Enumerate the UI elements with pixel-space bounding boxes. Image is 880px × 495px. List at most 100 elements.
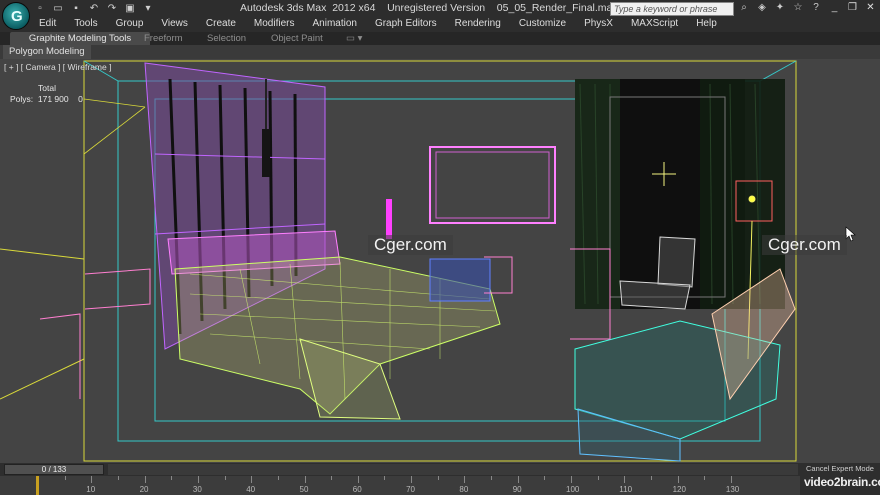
minimize-button[interactable]: _: [827, 2, 842, 15]
application-button[interactable]: G: [2, 2, 30, 30]
hold-icon[interactable]: ▣: [124, 3, 136, 14]
watermark-right: Cger.com: [762, 235, 847, 255]
ruler-tick-label: 80: [459, 485, 469, 494]
menu-physx[interactable]: PhysX: [575, 16, 622, 31]
ruler-tick: [411, 476, 413, 483]
quick-access-toolbar: ▫ ▭ ▪ ↶ ↷ ▣ ▾: [34, 2, 154, 15]
help-icon[interactable]: ?: [810, 2, 822, 14]
tab-freeform[interactable]: Freeform: [144, 32, 183, 45]
ruler-tick: [384, 476, 386, 480]
ruler-tick: [277, 476, 279, 480]
dropdown-icon[interactable]: ▾: [142, 3, 154, 14]
open-icon[interactable]: ▭: [52, 3, 64, 14]
new-icon[interactable]: ▫: [34, 3, 46, 14]
menu-maxscript[interactable]: MAXScript: [622, 16, 687, 31]
ruler-tick: [357, 476, 359, 483]
tab-selection[interactable]: Selection: [207, 32, 246, 45]
ribbon-options-icon[interactable]: ▭ ▾: [346, 32, 362, 45]
search-input[interactable]: Type a keyword or phrase: [610, 2, 734, 16]
bed-wireframe: [167, 230, 501, 420]
camera-viewport[interactable]: [ + ] [ Camera ] [ Wireframe ] Total Pol…: [0, 59, 880, 463]
ruler-tick: [464, 476, 466, 483]
subscription-icon[interactable]: ◈: [756, 2, 768, 14]
ruler-tick: [91, 476, 93, 483]
favorites-icon[interactable]: ☆: [792, 2, 804, 14]
ruler-tick-label: 100: [566, 485, 580, 494]
restore-button[interactable]: ❐: [845, 2, 860, 15]
stats-polys-selected: 0: [78, 94, 83, 104]
ribbon-tabs: Graphite Modeling Tools Freeform Selecti…: [0, 32, 880, 45]
stats-polys-row: Polys: 171 900 0: [10, 94, 83, 104]
ruler-tick-label: 30: [192, 485, 202, 494]
current-frame-marker[interactable]: [36, 476, 39, 495]
watermark-left: Cger.com: [368, 235, 453, 255]
menu-create[interactable]: Create: [197, 16, 245, 31]
communication-icon[interactable]: ✦: [774, 2, 786, 14]
ruler-tick: [437, 476, 439, 480]
tab-graphite-modeling-tools[interactable]: Graphite Modeling Tools: [10, 32, 150, 45]
stats-leaders: [83, 98, 146, 155]
menu-rendering[interactable]: Rendering: [446, 16, 510, 31]
stats-polys-value: 171 900: [37, 94, 69, 104]
wireframe-scene: [0, 60, 856, 462]
ribbon-panel: Polygon Modeling: [0, 45, 880, 59]
menu-views[interactable]: Views: [152, 16, 197, 31]
menu-edit[interactable]: Edit: [30, 16, 65, 31]
ruler-tick: [677, 476, 679, 483]
menu-animation[interactable]: Animation: [303, 16, 365, 31]
polygon-modeling-panel[interactable]: Polygon Modeling: [3, 45, 91, 59]
stats-polys-label: Polys:: [10, 94, 34, 104]
menu-group[interactable]: Group: [107, 16, 153, 31]
ruler-tick: [730, 476, 732, 483]
ruler-tick-label: 10: [86, 485, 96, 494]
ruler-tick-label: 40: [246, 485, 256, 494]
window-title: Autodesk 3ds Max 2012 x64 Unregistered V…: [240, 2, 618, 14]
pendant-lamp: [262, 129, 270, 177]
menu-help[interactable]: Help: [687, 16, 726, 31]
track-bar[interactable]: 10 20 30 40 50 60 70 80 90 100 110 120 130: [0, 476, 800, 495]
tab-object-paint[interactable]: Object Paint: [271, 32, 323, 45]
ruler-tick: [650, 476, 652, 480]
ruler-tick-label: 120: [672, 485, 686, 494]
menu-modifiers[interactable]: Modifiers: [245, 16, 304, 31]
ruler-tick: [331, 476, 333, 480]
mouse-cursor: [845, 226, 856, 242]
redo-icon[interactable]: ↷: [106, 3, 118, 14]
viewport-label[interactable]: [ + ] [ Camera ] [ Wireframe ]: [4, 62, 111, 72]
ruler-tick: [144, 476, 146, 483]
search-icon[interactable]: ⌕: [738, 2, 750, 14]
ruler-tick-label: 60: [352, 485, 362, 494]
ruler-tick-label: 70: [406, 485, 415, 494]
app-logo-letter: G: [11, 8, 23, 25]
title-bar: G ▫ ▭ ▪ ↶ ↷ ▣ ▾ Autodesk 3ds Max 2012 x6…: [0, 0, 880, 32]
ruler-tick: [704, 476, 706, 480]
undo-icon[interactable]: ↶: [88, 3, 100, 14]
ruler-tick: [597, 476, 599, 480]
menu-tools[interactable]: Tools: [65, 16, 106, 31]
save-icon[interactable]: ▪: [70, 3, 82, 14]
ruler-tick: [64, 476, 66, 480]
ruler-tick: [251, 476, 253, 483]
menu-bar: Edit Tools Group Views Create Modifiers …: [30, 16, 726, 31]
cancel-expert-mode-button[interactable]: Cancel Expert Mode: [806, 464, 874, 473]
ruler-tick-label: 90: [512, 485, 522, 494]
tv-frame: [429, 146, 556, 224]
ruler-tick: [171, 476, 173, 480]
ruler-tick: [571, 476, 572, 483]
menu-customize[interactable]: Customize: [510, 16, 575, 31]
ruler-tick: [304, 476, 306, 483]
stats-total-label: Total: [38, 83, 56, 93]
close-button[interactable]: ✕: [863, 2, 878, 15]
ruler-tick-label: 20: [139, 485, 149, 494]
ruler-tick: [491, 476, 493, 480]
menu-graph-editors[interactable]: Graph Editors: [366, 16, 446, 31]
ruler-tick: [197, 476, 199, 483]
ruler-tick: [224, 476, 226, 480]
time-slider-track[interactable]: [108, 464, 798, 475]
video2brain-logo: video2brain.com: [804, 475, 880, 489]
vase-object: [386, 199, 392, 239]
ruler-tick-label: 50: [299, 485, 309, 494]
ruler-tick: [517, 476, 519, 483]
tv-screen: [435, 151, 550, 219]
time-slider[interactable]: 0 / 133: [4, 464, 104, 475]
